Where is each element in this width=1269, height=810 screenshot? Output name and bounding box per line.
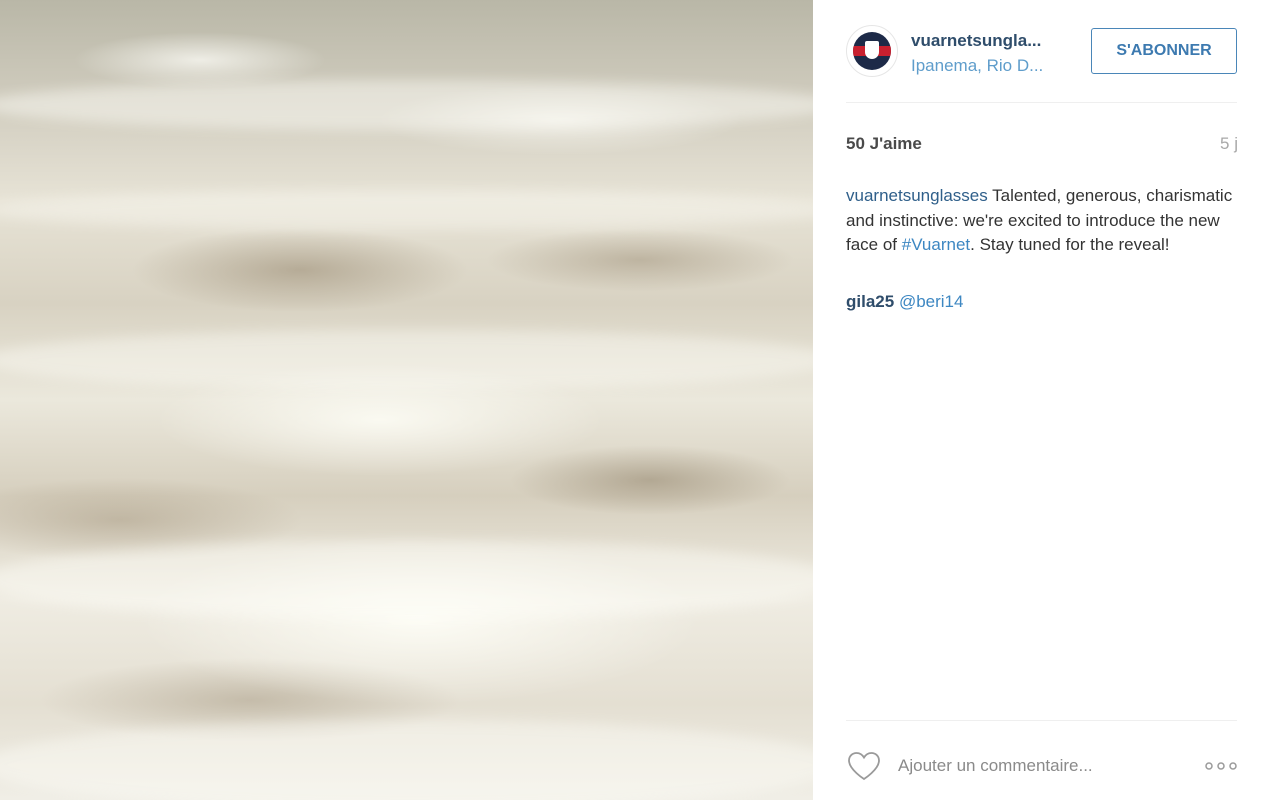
comment-username[interactable]: gila25 xyxy=(846,292,894,311)
post-location[interactable]: Ipanema, Rio D... xyxy=(911,56,1043,76)
likes-count[interactable]: 50 J'aime xyxy=(846,134,922,154)
footer-divider xyxy=(846,720,1237,721)
post-photo[interactable] xyxy=(0,0,813,800)
comment-item: gila25 @beri14 xyxy=(846,292,963,312)
post-age[interactable]: 5 j xyxy=(1208,134,1238,154)
post-caption: vuarnetsunglasses Talented, generous, ch… xyxy=(846,184,1238,258)
instagram-post-modal: vuarnetsungla... Ipanema, Rio D... S'ABO… xyxy=(0,0,1269,810)
post-username[interactable]: vuarnetsungla... xyxy=(911,31,1041,51)
caption-hashtag[interactable]: #Vuarnet xyxy=(902,235,970,254)
follow-button[interactable]: S'ABONNER xyxy=(1091,28,1237,74)
post-details-panel: vuarnetsungla... Ipanema, Rio D... S'ABO… xyxy=(813,0,1269,810)
post-footer xyxy=(846,742,1238,792)
vuarnet-logo-avatar[interactable] xyxy=(846,25,898,77)
comment-input[interactable] xyxy=(898,752,1188,780)
heart-icon[interactable] xyxy=(846,750,882,782)
caption-username[interactable]: vuarnetsunglasses xyxy=(846,186,988,205)
more-options-icon[interactable] xyxy=(1204,752,1238,780)
avatar-logo-graphic xyxy=(853,32,891,70)
comment-mention[interactable]: @beri14 xyxy=(899,292,964,311)
header-divider xyxy=(846,102,1237,103)
caption-text-end: . Stay tuned for the reveal! xyxy=(970,235,1170,254)
post-header: vuarnetsungla... Ipanema, Rio D... S'ABO… xyxy=(846,22,1237,82)
